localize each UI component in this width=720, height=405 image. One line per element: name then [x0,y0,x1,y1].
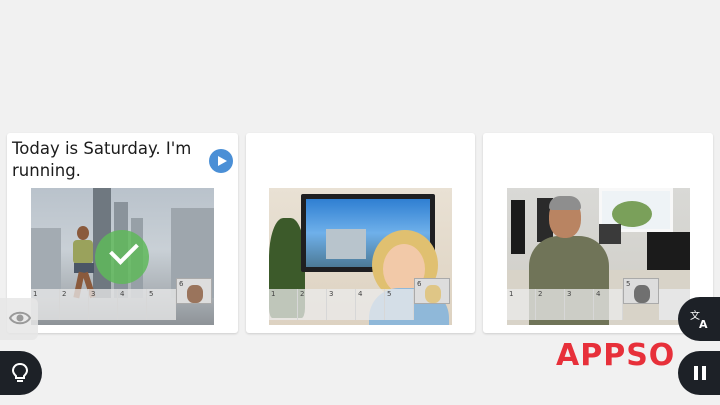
lesson-card-3[interactable]: 1 2 3 4 5 [483,133,713,333]
frame-strip: 1 2 3 4 5 6 [31,278,214,325]
frame-cell[interactable]: 4 [118,289,147,320]
pause-icon [694,366,706,380]
frame-cell[interactable]: 5 [385,289,414,320]
man-running-photo[interactable]: 1 2 3 4 5 6 [31,188,214,325]
pause-button[interactable] [678,351,720,395]
woman-watching-tv-photo[interactable]: 1 2 3 4 5 6 [269,188,452,325]
frame-cell[interactable]: 1 [269,289,298,320]
hint-button[interactable] [0,351,42,395]
frame-cell-active[interactable]: 6 [176,278,212,304]
play-audio-button[interactable] [209,149,233,173]
translate-icon: 文 A [690,309,708,330]
brand-logo: APPSO [556,338,676,373]
frame-cell[interactable]: 3 [89,289,118,320]
frame-cell[interactable]: 3 [327,289,356,320]
frame-cell[interactable]: 1 [507,289,536,320]
toggle-visibility-button[interactable] [0,298,38,340]
eye-icon [9,311,31,325]
lesson-card-1[interactable]: Today is Saturday. I'm running. 1 2 3 4 … [7,133,238,333]
frame-cell-active[interactable]: 6 [414,278,450,304]
frame-cell[interactable]: 2 [536,289,565,320]
frame-strip: 1 2 3 4 5 6 [269,278,452,325]
frame-cell[interactable]: 3 [565,289,594,320]
man-at-computer-photo[interactable]: 1 2 3 4 5 [507,188,690,325]
lightbulb-icon [11,362,29,382]
frame-cell[interactable]: 2 [60,289,89,320]
frame-cell-active[interactable]: 5 [623,278,659,304]
svg-text:A: A [699,318,708,330]
frame-cell[interactable]: 4 [356,289,385,320]
card-caption: Today is Saturday. I'm running. [12,139,192,180]
lesson-card-2[interactable]: 1 2 3 4 5 6 [246,133,475,333]
frame-cell[interactable]: 4 [594,289,623,320]
frame-cell[interactable]: 5 [147,289,176,320]
translate-button[interactable]: 文 A [678,297,720,341]
frame-cell[interactable]: 2 [298,289,327,320]
frame-strip: 1 2 3 4 5 [507,278,690,325]
